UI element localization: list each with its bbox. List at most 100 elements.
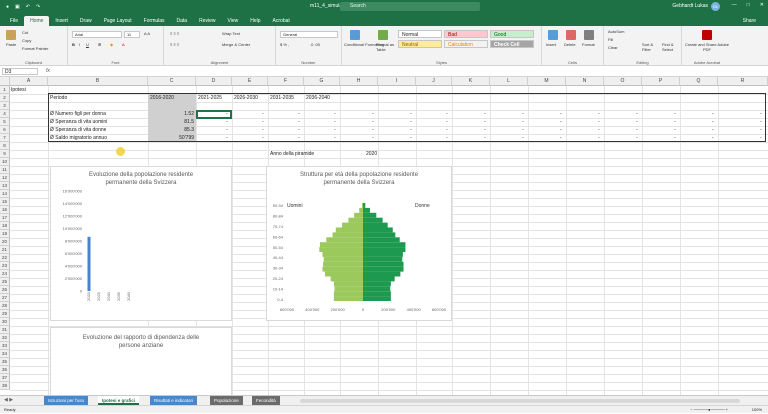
close-icon[interactable]: ✕ — [760, 2, 764, 8]
cell-c3[interactable]: 1.52 — [150, 110, 194, 118]
number-format-select[interactable]: General — [280, 31, 338, 38]
cell-dash[interactable]: - — [372, 134, 374, 142]
sheet-tab-ipotesi[interactable]: Ipotesi e grafici — [98, 396, 140, 405]
cell-dash[interactable]: - — [226, 110, 228, 118]
row-header-30[interactable]: 30 — [0, 318, 10, 326]
fill-button[interactable]: Fill — [608, 37, 613, 42]
cell-dash[interactable]: - — [636, 134, 638, 142]
cell-dash[interactable]: - — [522, 118, 524, 126]
row-header-32[interactable]: 32 — [0, 334, 10, 342]
merge-center-button[interactable]: Merge & Center — [222, 42, 250, 47]
cell-dash[interactable]: - — [674, 110, 676, 118]
cell-dash[interactable]: - — [760, 134, 762, 142]
cell-dash[interactable]: - — [598, 110, 600, 118]
style-bad[interactable]: Bad — [444, 30, 488, 38]
cell-dash[interactable]: - — [484, 134, 486, 142]
cell-dash[interactable]: - — [560, 134, 562, 142]
cell-dash[interactable]: - — [298, 110, 300, 118]
row-header-19[interactable]: 19 — [0, 230, 10, 238]
cell-dash[interactable]: - — [446, 126, 448, 134]
cell-dash[interactable]: - — [484, 118, 486, 126]
cell-c6[interactable]: 50'799 — [150, 134, 194, 142]
row-header-34[interactable]: 34 — [0, 350, 10, 358]
grow-font-icon[interactable]: A A — [144, 31, 150, 36]
row-header-17[interactable]: 17 — [0, 214, 10, 222]
copy-button[interactable]: Copy — [22, 38, 31, 43]
style-good[interactable]: Good — [490, 30, 534, 38]
cell-b2[interactable]: Periodo — [50, 94, 67, 102]
cell-b5[interactable]: Ø Speranza di vita donne — [50, 126, 106, 134]
cell-dash[interactable]: - — [446, 134, 448, 142]
cell-dash[interactable]: - — [522, 126, 524, 134]
cell-dash[interactable]: - — [446, 118, 448, 126]
share-button[interactable]: Share — [737, 16, 762, 26]
paste-button[interactable]: Paste — [6, 42, 16, 47]
cell-dash[interactable]: - — [226, 126, 228, 134]
worksheet-grid[interactable]: A B C D E F G H I J K L M N O P Q R 1 2 3 4 5 6 7 8 9 10 11 12 13 14 15 1… — [0, 77, 768, 395]
tab-insert[interactable]: Insert — [49, 16, 74, 26]
cell-dash[interactable]: - — [298, 126, 300, 134]
row-header-20[interactable]: 20 — [0, 238, 10, 246]
cell-dash[interactable]: - — [372, 110, 374, 118]
row-header-5[interactable]: 5 — [0, 118, 10, 126]
dependency-chart[interactable]: Evoluzione del rapporto di dipendenza de… — [50, 327, 232, 395]
tab-acrobat[interactable]: Acrobat — [267, 16, 296, 26]
column-header-j[interactable]: J — [416, 77, 452, 86]
row-header-2[interactable]: 2 — [0, 94, 10, 102]
cell-g2[interactable]: 2036-2040 — [306, 94, 330, 102]
cell-dash[interactable]: - — [262, 126, 264, 134]
cell-e2[interactable]: 2026-2030 — [234, 94, 258, 102]
format-table-button[interactable]: Format as Table — [376, 42, 394, 52]
cell-dash[interactable]: - — [522, 110, 524, 118]
column-header-m[interactable]: M — [528, 77, 566, 86]
row-header-16[interactable]: 16 — [0, 206, 10, 214]
create-pdf-button[interactable]: Create and Share Adobe PDF — [684, 42, 730, 52]
age-pyramid-chart[interactable]: Struttura per età della popolazione resi… — [266, 166, 452, 321]
sheet-tab-risultati[interactable]: Risultati e indicatori — [150, 396, 198, 405]
row-header-37[interactable]: 37 — [0, 374, 10, 382]
insert-cells-button[interactable]: Insert — [546, 42, 556, 47]
find-select-button[interactable]: Find & Select — [662, 42, 680, 52]
cell-dash[interactable]: - — [262, 110, 264, 118]
row-header-31[interactable]: 31 — [0, 326, 10, 334]
cell-dash[interactable]: - — [410, 134, 412, 142]
row-header-21[interactable]: 21 — [0, 246, 10, 254]
cell-dash[interactable]: - — [484, 110, 486, 118]
cell-dash[interactable]: - — [334, 126, 336, 134]
row-header-9[interactable]: 9 — [0, 150, 10, 158]
row-header-15[interactable]: 15 — [0, 198, 10, 206]
style-calculation[interactable]: Calculation — [444, 40, 488, 48]
tab-page-layout[interactable]: Page Layout — [98, 16, 138, 26]
avatar[interactable]: GL — [711, 2, 720, 11]
cell-c5[interactable]: 85.3 — [150, 126, 194, 134]
sort-filter-button[interactable]: Sort & Filter — [642, 42, 660, 52]
cell-dash[interactable]: - — [522, 134, 524, 142]
format-painter-button[interactable]: Format Painter — [22, 46, 48, 51]
row-header-8[interactable]: 8 — [0, 142, 10, 150]
cell-dash[interactable]: - — [410, 126, 412, 134]
column-header-a[interactable]: A — [10, 77, 48, 86]
column-header-o[interactable]: O — [604, 77, 642, 86]
minimize-icon[interactable]: — — [732, 2, 737, 8]
tab-draw[interactable]: Draw — [74, 16, 98, 26]
row-header-18[interactable]: 18 — [0, 222, 10, 230]
delete-cells-button[interactable]: Delete — [564, 42, 576, 47]
wrap-text-button[interactable]: Wrap Text — [222, 31, 240, 36]
tab-view[interactable]: View — [222, 16, 245, 26]
user-name[interactable]: Gebhardt Lukas — [672, 3, 708, 9]
decimal-icon[interactable]: .0 .00 — [310, 42, 320, 47]
cell-c2[interactable]: 2016-2020 — [150, 94, 174, 102]
row-header-35[interactable]: 35 — [0, 358, 10, 366]
sheet-tab-fecondita[interactable]: Fecondità — [252, 396, 280, 405]
row-header-1[interactable]: 1 — [0, 86, 10, 94]
italic-icon[interactable]: I — [79, 42, 80, 47]
align-left-icon[interactable]: ≡ ≡ ≡ — [170, 42, 179, 47]
cell-dash[interactable]: - — [712, 110, 714, 118]
row-header-36[interactable]: 36 — [0, 366, 10, 374]
cell-dash[interactable]: - — [712, 118, 714, 126]
cell-dash[interactable]: - — [334, 118, 336, 126]
column-header-d[interactable]: D — [196, 77, 232, 86]
tab-help[interactable]: Help — [244, 16, 266, 26]
autosum-button[interactable]: AutoSum — [608, 29, 624, 34]
font-size-select[interactable]: 11 — [124, 31, 140, 38]
